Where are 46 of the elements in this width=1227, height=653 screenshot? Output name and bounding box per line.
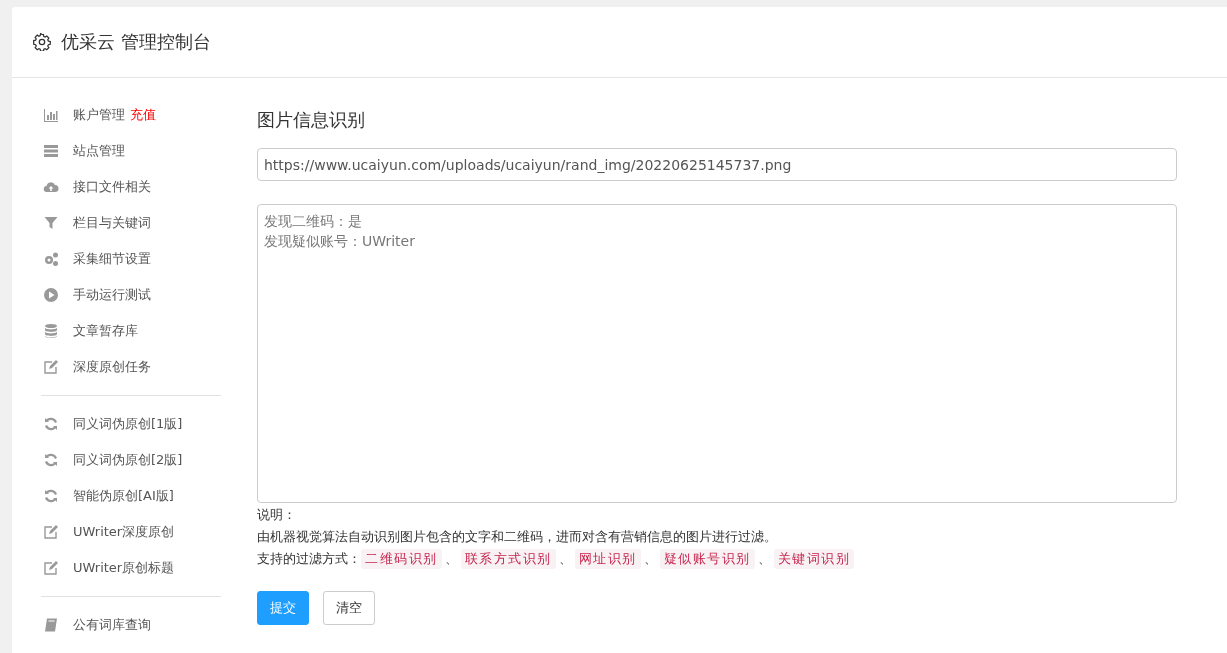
- separator: 、: [558, 550, 572, 568]
- filter-tag: 联系方式识别: [460, 549, 556, 569]
- separator: 、: [643, 550, 657, 568]
- filter-tag: 疑似账号识别: [659, 549, 755, 569]
- refresh-icon: [43, 488, 59, 504]
- sidebar-item[interactable]: 站点管理: [73, 142, 125, 160]
- edit-icon: [43, 359, 59, 375]
- sidebar-item[interactable]: 深度原创任务: [73, 358, 151, 376]
- sidebar-item[interactable]: UWriter深度原创: [73, 523, 175, 541]
- recharge-link[interactable]: 充值: [130, 106, 156, 124]
- refresh-icon: [43, 452, 59, 468]
- edit-icon: [43, 524, 59, 540]
- separator: 、: [444, 550, 458, 568]
- filters-label: 支持的过滤方式：: [257, 550, 361, 568]
- filter-tag: 网址识别: [574, 549, 641, 569]
- note-text: 由机器视觉算法自动识别图片包含的文字和二维码，进而对含有营销信息的图片进行过滤。: [257, 528, 778, 546]
- database-icon: [43, 323, 59, 339]
- refresh-icon: [43, 416, 59, 432]
- console-title: 优采云 管理控制台: [61, 30, 211, 54]
- play-icon: [43, 287, 59, 303]
- sidebar-item[interactable]: 采集细节设置: [73, 250, 151, 268]
- section-title: 图片信息识别: [257, 108, 366, 132]
- sidebar-item[interactable]: 同义词伪原创[1版]: [73, 415, 183, 433]
- sidebar-item[interactable]: 接口文件相关: [73, 178, 151, 196]
- settings-icon: [33, 33, 51, 51]
- edit-icon: [43, 560, 59, 576]
- sidebar-item[interactable]: UWriter原创标题: [73, 559, 175, 577]
- result-field[interactable]: 发现二维码：是 发现疑似账号：UWriter: [257, 204, 1177, 503]
- book-icon: [43, 617, 59, 633]
- sidebar-item[interactable]: 同义词伪原创[2版]: [73, 451, 183, 469]
- sidebar-item[interactable]: 公有词库查询: [73, 616, 151, 634]
- sidebar-item[interactable]: 手动运行测试: [73, 286, 151, 304]
- sidebar-item[interactable]: 账户管理: [73, 106, 125, 124]
- separator: 、: [757, 550, 771, 568]
- filter-icon: [43, 215, 59, 231]
- url-field[interactable]: https://www.ucaiyun.com/uploads/ucaiyun/rand_img/20220625145737.png: [257, 148, 1177, 181]
- filter-tag: 关键词识别: [773, 549, 854, 569]
- cloud-upload-icon: [43, 179, 59, 195]
- clear-button[interactable]: 清空: [323, 591, 375, 625]
- sidebar-item[interactable]: 栏目与关键词: [73, 214, 151, 232]
- sidebar-item[interactable]: 文章暂存库: [73, 322, 138, 340]
- server-icon: [43, 143, 59, 159]
- bar-chart-icon: [43, 107, 59, 123]
- note-label: 说明：: [257, 506, 297, 524]
- filter-tag: 二维码识别: [361, 549, 442, 569]
- sidebar-item[interactable]: 智能伪原创[AI版]: [73, 487, 174, 505]
